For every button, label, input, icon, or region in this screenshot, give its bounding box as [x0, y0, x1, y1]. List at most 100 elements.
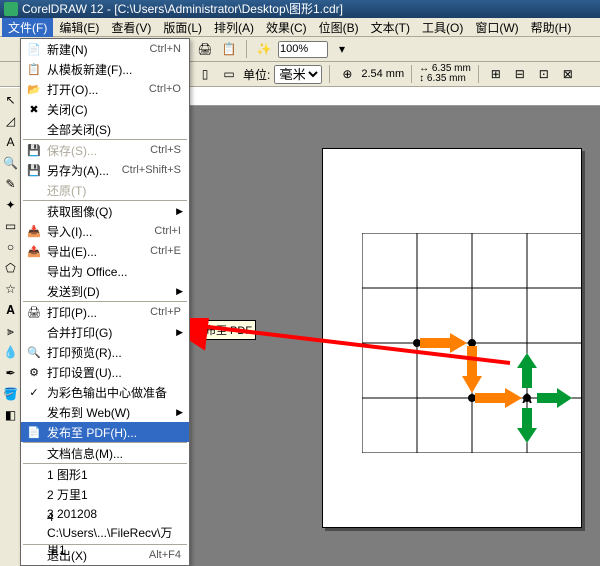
menu-effects[interactable]: 效果(C) [260, 18, 313, 37]
annotation-arrow [190, 318, 520, 368]
menu-item[interactable]: 🖨打印(P)...Ctrl+P [21, 302, 189, 322]
clipboard-icon[interactable]: 📋 [219, 39, 239, 59]
menu-edit[interactable]: 编辑(E) [53, 18, 105, 37]
portrait-icon[interactable]: ▯ [195, 64, 215, 84]
menu-item[interactable]: 合并打印(G)▶ [21, 322, 189, 342]
opt1-icon[interactable]: ⊞ [486, 64, 506, 84]
menu-item-shortcut: Ctrl+S [150, 144, 185, 156]
file-menu-dropdown: 📄新建(N)Ctrl+N📋从模板新建(F)...📂打开(O)...Ctrl+O✖… [20, 38, 190, 566]
menu-item[interactable]: 退出(X)Alt+F4 [21, 545, 189, 565]
menu-arrange[interactable]: 排列(A) [208, 18, 260, 37]
menu-item[interactable]: 发布到 Web(W)▶ [21, 402, 189, 422]
menu-item-label: 合并打印(G) [43, 324, 172, 341]
menu-view[interactable]: 查看(V) [105, 18, 157, 37]
menu-item-shortcut: Ctrl+N [150, 43, 185, 55]
menu-help[interactable]: 帮助(H) [525, 18, 578, 37]
menu-item-shortcut: Ctrl+E [150, 245, 185, 257]
menu-item[interactable]: ✖关闭(C) [21, 99, 189, 119]
zoom-combo[interactable] [278, 41, 328, 58]
menu-item-label: 发布到 Web(W) [43, 404, 172, 421]
nudge-icon[interactable]: ⊕ [337, 64, 357, 84]
menu-item[interactable]: 2 万里1 [21, 484, 189, 504]
menu-item-icon: ✖ [25, 103, 43, 116]
grid-label-A: A [522, 390, 532, 406]
menu-item-icon: 📋 [25, 63, 43, 76]
text-tool-icon[interactable]: A [1, 132, 21, 152]
unit-label: 单位: [243, 66, 270, 83]
texttool-icon[interactable]: 𝐀 [1, 300, 21, 320]
menu-item-icon: ✓ [25, 386, 43, 399]
menu-item[interactable]: 📤导出(E)...Ctrl+E [21, 241, 189, 261]
menu-item-label: 导入(I)... [43, 223, 154, 240]
menu-item[interactable]: 📄新建(N)Ctrl+N [21, 39, 189, 59]
zoom-tool-icon[interactable]: 🔍 [1, 153, 21, 173]
menu-item[interactable]: 🔍打印预览(R)... [21, 342, 189, 362]
window-title: CorelDRAW 12 - [C:\Users\Administrator\D… [22, 0, 343, 18]
fill-tool-icon[interactable]: 🪣 [1, 384, 21, 404]
shape-tool-icon[interactable]: ◿ [1, 111, 21, 131]
opt4-icon[interactable]: ⊠ [558, 64, 578, 84]
landscape-icon[interactable]: ▭ [219, 64, 239, 84]
menu-item-label: 另存为(A)... [43, 162, 122, 179]
polygon-tool-icon[interactable]: ⬠ [1, 258, 21, 278]
wand-icon[interactable]: ✨ [254, 39, 274, 59]
menu-item-shortcut: Ctrl+P [150, 306, 185, 318]
menu-item-icon: 📄 [25, 426, 43, 439]
menu-item-icon: 📂 [25, 83, 43, 96]
print-icon[interactable]: 🖨 [195, 39, 215, 59]
menu-item-label: 还原(T) [43, 182, 181, 199]
submenu-arrow-icon: ▶ [176, 206, 185, 217]
menu-item[interactable]: 获取图像(Q) ▶ [21, 201, 189, 221]
menu-bitmap[interactable]: 位图(B) [313, 18, 365, 37]
basic-shapes-icon[interactable]: ☆ [1, 279, 21, 299]
menu-item[interactable]: ✓为彩色输出中心做准备 [21, 382, 189, 402]
menu-window[interactable]: 窗口(W) [469, 18, 524, 37]
menu-item[interactable]: 📄发布至 PDF(H)... [21, 422, 189, 442]
menu-item[interactable]: 全部关闭(S) [21, 119, 189, 139]
menu-item[interactable]: 📥导入(I)...Ctrl+I [21, 221, 189, 241]
menu-item[interactable]: 发送到(D)▶ [21, 281, 189, 301]
smart-tool-icon[interactable]: ✦ [1, 195, 21, 215]
menu-item-label: 新建(N) [43, 41, 150, 58]
menu-item-label: 导出为 Office... [43, 263, 181, 280]
menu-layout[interactable]: 版面(L) [157, 18, 208, 37]
menu-item-shortcut: Alt+F4 [149, 549, 185, 561]
menu-item-shortcut: Ctrl+Shift+S [122, 164, 185, 176]
blend-tool-icon[interactable]: ⫸ [1, 321, 21, 341]
menu-item: 还原(T) [21, 180, 189, 200]
menu-item[interactable]: 1 图形1 [21, 464, 189, 484]
menu-item-label: 从模板新建(F)... [43, 61, 181, 78]
menu-item[interactable]: ⚙打印设置(U)... [21, 362, 189, 382]
menu-item[interactable]: 导出为 Office... [21, 261, 189, 281]
menu-bar: 文件(F) 编辑(E) 查看(V) 版面(L) 排列(A) 效果(C) 位图(B… [0, 18, 600, 37]
pick-tool-icon[interactable]: ↖ [1, 90, 21, 110]
menu-item[interactable]: 📂打开(O)...Ctrl+O [21, 79, 189, 99]
menu-item[interactable]: 📋从模板新建(F)... [21, 59, 189, 79]
menu-item-label: 文档信息(M)... [43, 445, 181, 462]
menu-item-label: 打印(P)... [43, 304, 150, 321]
menu-text[interactable]: 文本(T) [365, 18, 416, 37]
dropdown-icon[interactable]: ▾ [332, 39, 352, 59]
interactive-fill-icon[interactable]: ◧ [1, 405, 21, 425]
menu-item[interactable]: 4 C:\Users\...\FileRecv\万里1 [21, 524, 189, 544]
menu-item-shortcut: Ctrl+O [149, 83, 185, 95]
opt3-icon[interactable]: ⊡ [534, 64, 554, 84]
menu-item: 💾保存(S)...Ctrl+S [21, 140, 189, 160]
title-bar: CorelDRAW 12 - [C:\Users\Administrator\D… [0, 0, 600, 18]
freehand-tool-icon[interactable]: ✎ [1, 174, 21, 194]
menu-tools[interactable]: 工具(O) [416, 18, 469, 37]
menu-item-label: 获取图像(Q) [43, 203, 172, 220]
outline-tool-icon[interactable]: ✒ [1, 363, 21, 383]
menu-item[interactable]: 💾另存为(A)...Ctrl+Shift+S [21, 160, 189, 180]
menu-item-label: 保存(S)... [43, 142, 150, 159]
menu-item-label: 发布至 PDF(H)... [43, 424, 181, 441]
menu-file[interactable]: 文件(F) [2, 18, 53, 37]
eyedropper-tool-icon[interactable]: 💧 [1, 342, 21, 362]
opt2-icon[interactable]: ⊟ [510, 64, 530, 84]
unit-select[interactable]: 毫米 [274, 65, 322, 84]
rect-tool-icon[interactable]: ▭ [1, 216, 21, 236]
app-icon [4, 2, 18, 16]
menu-item[interactable]: 文档信息(M)... [21, 443, 189, 463]
menu-item-icon: 🔍 [25, 346, 43, 359]
ellipse-tool-icon[interactable]: ○ [1, 237, 21, 257]
